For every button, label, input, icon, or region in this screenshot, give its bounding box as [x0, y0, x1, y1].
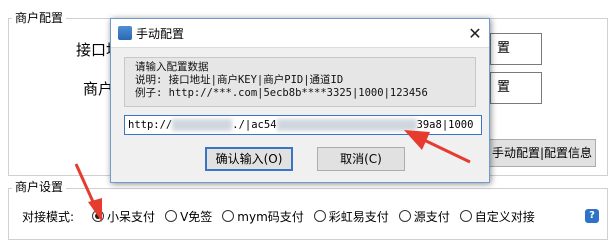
red-arrow-to-input-icon	[404, 130, 471, 164]
merchant-field-text: 置	[497, 80, 511, 95]
radio-icon[interactable]	[398, 210, 411, 222]
radio-icon[interactable]	[222, 210, 235, 222]
info-line-example: 例子: http://***.com|5ecb8b****3325|1000|1…	[135, 87, 428, 99]
radio-icon[interactable]	[459, 210, 472, 222]
confirm-input-button[interactable]: 确认输入(O)	[205, 147, 293, 171]
mode-option-label: 自定义对接	[474, 209, 535, 224]
connect-mode-label: 对接模式:	[22, 209, 75, 224]
api-address-field-text: 置	[497, 41, 511, 56]
mode-option-custom[interactable]: 自定义对接	[459, 208, 535, 225]
dialog-titlebar[interactable]: 手动配置 ✕	[111, 19, 489, 48]
merchant-settings-title: 商户设置	[12, 180, 67, 194]
mode-option-mym[interactable]: mym码支付	[222, 208, 304, 225]
app-icon	[118, 26, 132, 40]
mode-option-label: 彩虹易支付	[328, 209, 389, 224]
mode-option-yuan[interactable]: 源支付	[398, 208, 450, 225]
mode-option-label: V免签	[180, 209, 213, 224]
close-icon[interactable]: ✕	[461, 24, 489, 43]
input-text-mid: ./|ac54	[232, 119, 277, 131]
redacted-region	[276, 119, 417, 131]
redacted-region	[172, 119, 233, 131]
info-line-prompt: 请输入配置数据	[135, 61, 209, 73]
merchant-config-title: 商户配置	[12, 11, 67, 25]
help-icon[interactable]: ?	[585, 209, 599, 223]
radio-icon[interactable]	[313, 210, 326, 222]
mode-option-vmianqian[interactable]: V免签	[165, 208, 212, 225]
mode-option-label: 源支付	[413, 209, 450, 224]
radio-icon[interactable]	[165, 210, 178, 222]
input-text-prefix: http://	[128, 119, 173, 131]
merchant-label: 商户	[83, 80, 114, 98]
info-box: 请输入配置数据 说明: 接口地址|商户KEY|商户PID|通道ID 例子: ht…	[124, 57, 476, 107]
manual-config-button[interactable]: 手动配置|配置信息	[488, 139, 596, 167]
info-line-description: 说明: 接口地址|商户KEY|商户PID|通道ID	[135, 74, 344, 86]
merchant-field[interactable]: 置	[490, 72, 542, 104]
cancel-button[interactable]: 取消(C)	[317, 147, 405, 171]
mode-option-label: mym码支付	[237, 209, 304, 224]
dialog-title: 手动配置	[136, 26, 185, 41]
api-address-field[interactable]: 置	[490, 33, 542, 65]
mode-option-caihong[interactable]: 彩虹易支付	[313, 208, 389, 225]
